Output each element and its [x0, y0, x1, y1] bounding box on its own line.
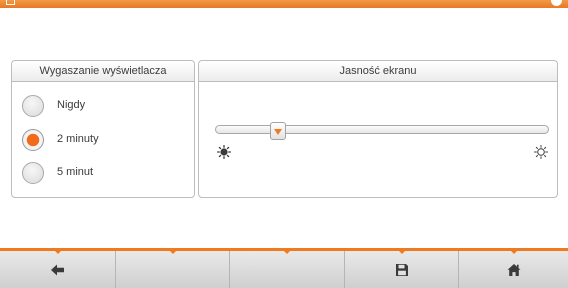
brightness-slider-track[interactable] — [215, 125, 549, 134]
save-button[interactable] — [345, 250, 459, 288]
radio-label: 2 minuty — [57, 133, 99, 145]
radio-button-selected[interactable] — [22, 129, 44, 151]
notch-marker — [509, 250, 518, 254]
bottom-toolbar — [0, 248, 568, 288]
back-button[interactable] — [0, 250, 116, 288]
radio-button[interactable] — [22, 162, 44, 184]
radio-label: Nigdy — [57, 99, 86, 111]
radio-option-never[interactable]: Nigdy — [22, 95, 192, 119]
radio-button[interactable] — [22, 95, 44, 117]
back-arrow-icon — [50, 264, 64, 275]
notch-marker — [53, 250, 62, 254]
brightness-panel: Jasność ekranu — [198, 60, 558, 198]
notch-marker — [397, 250, 406, 254]
menu-icon[interactable] — [6, 0, 15, 5]
home-icon — [507, 263, 520, 276]
notch-marker — [283, 250, 291, 254]
sun-bright-icon — [534, 145, 548, 159]
radio-option-5-minutes[interactable]: 5 minut — [22, 162, 192, 186]
top-bar — [0, 0, 568, 8]
radio-label: 5 minut — [57, 166, 94, 178]
brightness-slider-thumb[interactable] — [270, 122, 287, 140]
toolbar-button-empty-2[interactable] — [230, 250, 345, 288]
info-icon[interactable] — [551, 0, 562, 6]
thumb-marker-icon — [274, 129, 283, 135]
home-button[interactable] — [459, 250, 568, 288]
sun-dim-icon — [217, 145, 231, 159]
display-timeout-title: Wygaszanie wyświetlacza — [12, 61, 194, 82]
notch-marker — [168, 250, 177, 254]
save-icon — [395, 263, 408, 276]
toolbar-button-empty-1[interactable] — [116, 250, 230, 288]
display-timeout-panel: Wygaszanie wyświetlacza Nigdy 2 minuty 5… — [11, 60, 195, 198]
brightness-title: Jasność ekranu — [199, 61, 557, 82]
radio-option-2-minutes[interactable]: 2 minuty — [22, 129, 192, 153]
